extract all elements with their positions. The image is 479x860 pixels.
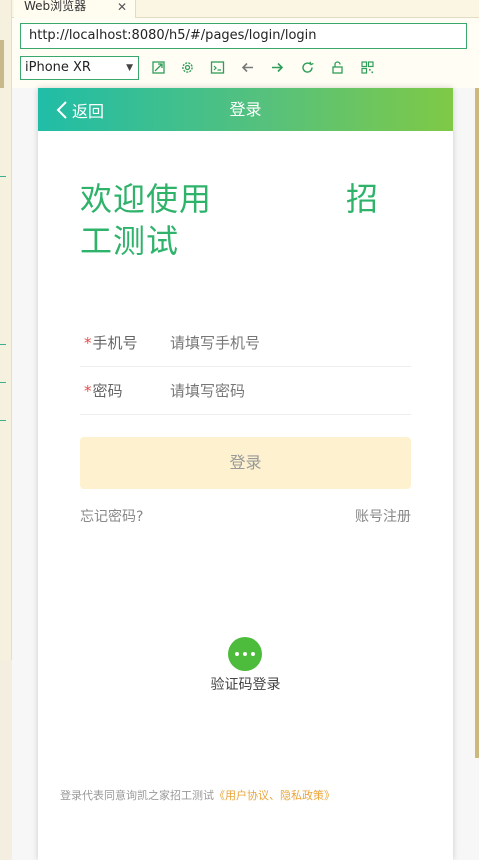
ide-strip-marker xyxy=(0,40,4,88)
right-edge-strip xyxy=(475,88,479,758)
agreement-link[interactable]: 《用户协议、隐私政策》 xyxy=(214,789,335,802)
password-label: 密码 xyxy=(92,382,123,400)
login-button[interactable]: 登录 xyxy=(80,437,411,489)
phone-viewport: 返回 登录 欢迎使用招 工测试 *手机号 请填写手机号 *密码 请填写密码 登录… xyxy=(38,88,453,860)
sms-login-label[interactable]: 验证码登录 xyxy=(38,674,453,694)
browser-tab-bar: Web浏览器 ✕ xyxy=(12,0,479,18)
arrow-right-icon[interactable] xyxy=(268,58,286,76)
password-input[interactable]: 请填写密码 xyxy=(170,367,245,415)
ide-strip-tick xyxy=(0,176,6,177)
refresh-icon[interactable] xyxy=(298,58,316,76)
arrow-left-icon[interactable] xyxy=(238,58,256,76)
register-link[interactable]: 账号注册 xyxy=(355,506,411,526)
phone-label: 手机号 xyxy=(92,334,138,352)
required-mark: * xyxy=(84,334,92,352)
sms-login-button[interactable] xyxy=(228,637,262,671)
chevron-down-icon: ▼ xyxy=(126,63,133,73)
ide-strip-tick xyxy=(0,344,6,345)
phone-input[interactable]: 请填写手机号 xyxy=(170,319,260,367)
console-icon[interactable] xyxy=(208,58,226,76)
url-input[interactable]: http://localhost:8080/h5/#/pages/login/l… xyxy=(20,23,467,49)
browser-tab-label: Web浏览器 xyxy=(24,0,87,13)
ide-strip-lower xyxy=(0,660,12,860)
browser-tab[interactable]: Web浏览器 ✕ xyxy=(14,0,136,18)
dot-icon xyxy=(251,652,255,656)
gear-icon[interactable] xyxy=(178,58,196,76)
phone-field-row: *手机号 请填写手机号 xyxy=(80,319,411,367)
ide-strip-tick xyxy=(0,420,6,421)
welcome-text-start: 欢迎使用 xyxy=(80,180,213,218)
qrcode-icon[interactable] xyxy=(358,58,376,76)
welcome-heading: 欢迎使用 招 工测试 xyxy=(80,178,400,262)
ide-strip-tick xyxy=(0,382,6,383)
lock-icon[interactable] xyxy=(328,58,346,76)
required-mark: * xyxy=(84,382,92,400)
welcome-text-line2: 工测试 xyxy=(80,222,180,260)
ide-side-strip xyxy=(0,0,12,860)
forgot-password-link[interactable]: 忘记密码? xyxy=(80,506,143,526)
redacted-block xyxy=(212,183,347,219)
dot-icon xyxy=(243,652,247,656)
password-field-row: *密码 请填写密码 xyxy=(80,367,411,415)
welcome-text-end: 招 xyxy=(346,180,380,218)
browser-toolbar: http://localhost:8080/h5/#/pages/login/l… xyxy=(12,18,479,88)
page-title: 登录 xyxy=(229,100,262,119)
agreement-text: 登录代表同意询凯之家招工测试《用户协议、隐私政策》 xyxy=(60,787,335,803)
rotate-icon[interactable] xyxy=(149,58,167,76)
dot-icon xyxy=(235,652,239,656)
agreement-prefix: 登录代表同意询凯之家招工测试 xyxy=(60,789,214,802)
close-icon[interactable]: ✕ xyxy=(117,1,127,13)
device-select-value: iPhone XR xyxy=(25,60,91,75)
device-select[interactable]: iPhone XR ▼ xyxy=(20,56,139,80)
navbar: 返回 登录 xyxy=(38,88,453,131)
